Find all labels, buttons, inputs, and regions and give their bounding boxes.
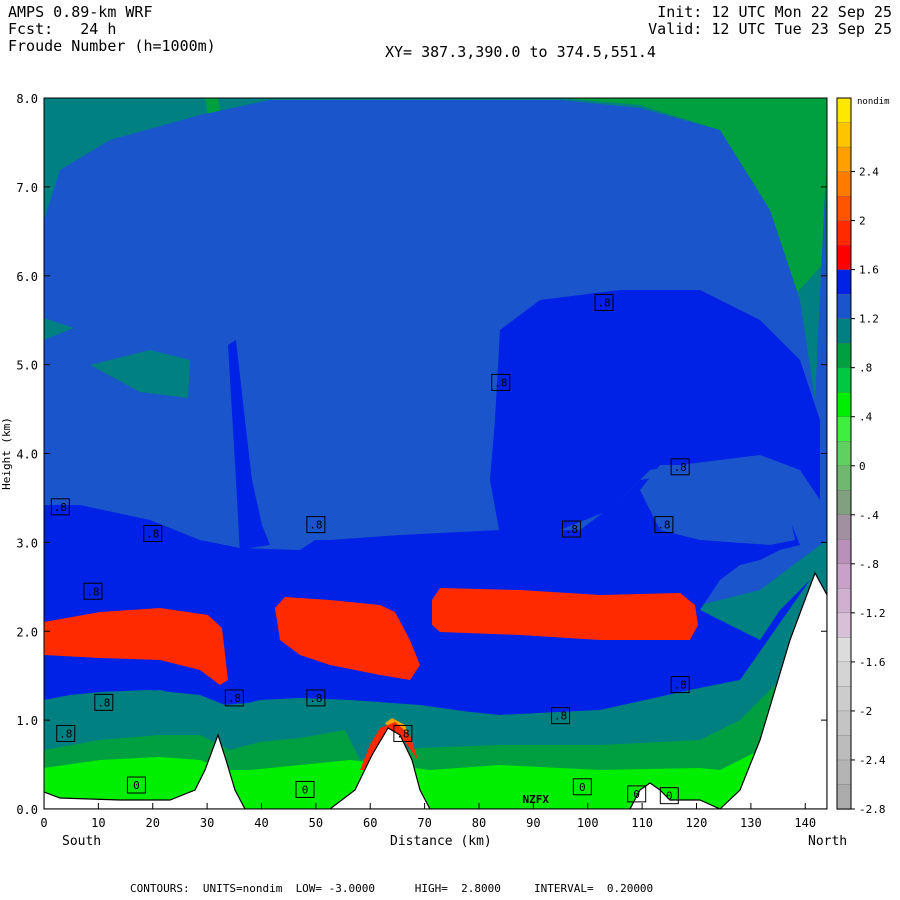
colorbar-swatch <box>836 122 852 148</box>
colorbar-swatch <box>836 588 852 614</box>
contour-label: .8 <box>59 727 72 740</box>
contour-label: .8 <box>309 519 322 532</box>
colorbar-swatch <box>836 735 852 761</box>
colorbar-swatch <box>836 318 852 344</box>
colorbar-swatch <box>836 759 852 786</box>
colorbar-swatch <box>836 784 852 810</box>
colorbar-swatch <box>836 293 852 320</box>
colorbar-tick-label: -2.8 <box>859 803 886 816</box>
colorbar-swatch <box>836 612 852 639</box>
y-tick-label: 0.0 <box>16 803 38 817</box>
y-tick-label: 1.0 <box>16 714 38 728</box>
x-tick-label: 50 <box>309 816 323 830</box>
colorbar-swatch <box>836 146 852 173</box>
x-tick-label: 80 <box>472 816 486 830</box>
contour-label: 0 <box>302 783 309 796</box>
contour-label: .8 <box>309 692 322 705</box>
froude-cross-section-chart: 0 10 20 30 40 50 60 70 80 90 100 110 120 130 1400.01.0… <box>0 92 890 830</box>
colorbar-tick-label: 0 <box>859 460 866 473</box>
x-tick-label: 100 <box>577 816 599 830</box>
x-tick-label: 20 <box>146 816 160 830</box>
contour-label: .8 <box>396 727 409 740</box>
colorbar-swatch <box>836 220 852 246</box>
x-tick-label: 120 <box>686 816 708 830</box>
colorbar-swatch <box>836 514 852 540</box>
colorbar-tick-label: -.4 <box>859 509 879 522</box>
colorbar-swatch <box>836 710 852 737</box>
colorbar-swatch <box>836 539 852 565</box>
contour-label: .8 <box>565 523 578 536</box>
contour-label: .8 <box>54 501 67 514</box>
colorbar-swatch <box>836 244 852 271</box>
contour-label: .8 <box>97 696 110 709</box>
south-label: South <box>62 834 102 849</box>
colorbar-swatch <box>836 637 852 663</box>
x-axis-label: Distance (km) <box>390 834 492 849</box>
y-tick-label: 4.0 <box>16 448 38 462</box>
y-tick-label: 6.0 <box>16 270 38 284</box>
colorbar-tick-label: 2 <box>859 215 866 228</box>
colorbar-swatch <box>836 171 852 197</box>
x-tick-label: 30 <box>200 816 214 830</box>
x-tick-label: 140 <box>794 816 816 830</box>
colorbar-tick-label: -1.2 <box>859 607 886 620</box>
x-tick-label: 40 <box>254 816 268 830</box>
contour-label: .8 <box>674 679 687 692</box>
colorbar-swatch <box>836 661 852 688</box>
x-tick-label: 0 <box>40 816 47 830</box>
colorbar-tick-label: -2.4 <box>859 754 886 767</box>
y-tick-label: 7.0 <box>16 181 38 195</box>
contour-fill-layer <box>44 98 827 809</box>
x-tick-label: 130 <box>740 816 762 830</box>
colorbar-tick-label: 1.6 <box>859 264 879 277</box>
y-axis-label: Height (km) <box>0 417 13 490</box>
contour-label: .8 <box>657 519 670 532</box>
contour-label: .8 <box>674 461 687 474</box>
y-tick-label: 5.0 <box>16 359 38 373</box>
x-tick-label: 10 <box>91 816 105 830</box>
colorbar-unit-label: nondim <box>857 97 890 107</box>
colorbar-tick-label: -.8 <box>859 558 879 571</box>
colorbar-swatch <box>836 392 852 418</box>
colorbar-swatch <box>836 367 852 393</box>
colorbar-tick-label: .4 <box>859 411 873 424</box>
colorbar-swatch <box>836 441 852 467</box>
colorbar-swatch <box>836 686 852 712</box>
station-marker: NZFX <box>523 793 550 806</box>
colorbar-swatch <box>836 269 852 295</box>
contour-label: 0 <box>666 790 673 803</box>
colorbar-swatch <box>836 490 852 516</box>
contour-label: .8 <box>597 296 610 309</box>
contour-label: .8 <box>146 527 159 540</box>
colorbar-tick-label: 1.2 <box>859 313 879 326</box>
contour-label: .8 <box>86 585 99 598</box>
colorbar-swatch <box>836 465 852 491</box>
y-tick-label: 8.0 <box>16 92 38 106</box>
colorbar-swatch <box>836 343 852 369</box>
colorbar-tick-label: .8 <box>859 362 872 375</box>
colorbar-swatch <box>836 195 852 222</box>
colorbar-tick-label: 2.4 <box>859 166 879 179</box>
colorbar-swatch <box>836 563 852 589</box>
contour-label: 0 <box>633 788 640 801</box>
colorbar-tick-label: -1.6 <box>859 656 886 669</box>
y-tick-label: 2.0 <box>16 625 38 639</box>
contour-info-footer: CONTOURS: UNITS=nondim LOW= -3.0000 HIGH… <box>130 882 654 895</box>
north-label: North <box>808 834 848 849</box>
contour-label: .8 <box>554 710 567 723</box>
x-tick-label: 90 <box>526 816 540 830</box>
contour-label: .8 <box>494 376 507 389</box>
contour-label: 0 <box>133 779 140 792</box>
x-tick-label: 70 <box>417 816 431 830</box>
x-tick-label: 60 <box>363 816 377 830</box>
fill-region-red-right <box>432 588 698 640</box>
colorbar-swatch <box>836 97 852 124</box>
contour-label: .8 <box>228 692 241 705</box>
y-tick-label: 3.0 <box>16 536 38 550</box>
x-tick-label: 110 <box>631 816 653 830</box>
contour-label: 0 <box>579 781 586 794</box>
colorbar-swatch <box>836 416 852 442</box>
colorbar-tick-label: -2 <box>859 705 872 718</box>
